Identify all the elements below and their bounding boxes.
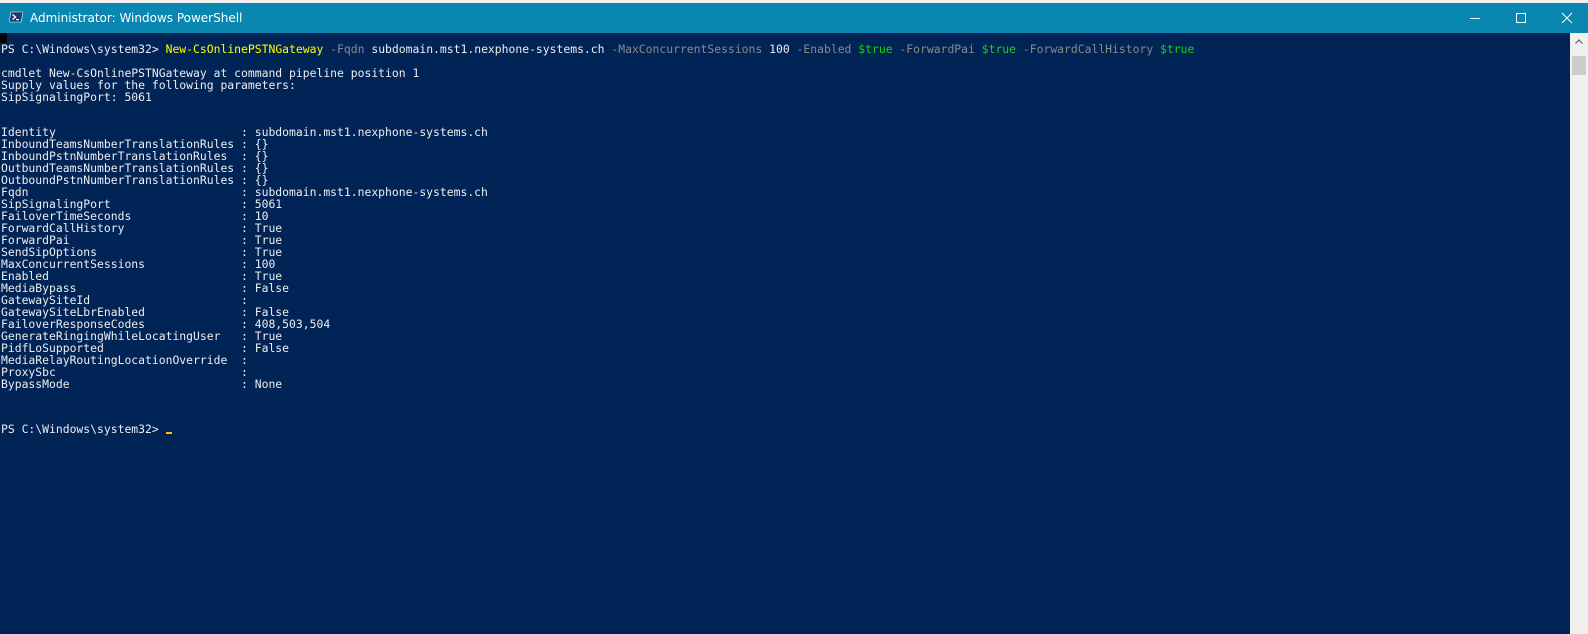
vertical-scrollbar[interactable] <box>1570 33 1588 634</box>
text-cursor <box>165 432 172 434</box>
param-fqdn: -Fqdn <box>323 42 365 56</box>
powershell-icon[interactable] <box>8 11 24 23</box>
value-fqdn: subdomain.mst1.nexphone-systems.ch <box>364 42 605 56</box>
scrollbar-thumb[interactable] <box>1572 56 1586 75</box>
value-forward-pai: $true <box>974 42 1017 56</box>
console-output-area[interactable]: PS C:\Windows\system32> New-CsOnlinePSTN… <box>0 33 1570 634</box>
param-forward-pai: -ForwardPai <box>892 42 975 56</box>
title-bar[interactable]: Administrator: Windows PowerShell <box>0 3 1588 33</box>
final-prompt-line[interactable]: PS C:\Windows\system32> <box>1 423 172 435</box>
cmdlet-name: New-CsOnlinePSTNGateway <box>165 42 324 56</box>
powershell-window: Administrator: Windows PowerShell PS C:\… <box>0 0 1588 634</box>
param-enabled: -Enabled <box>789 42 852 56</box>
close-icon <box>1561 12 1573 24</box>
minimize-icon <box>1470 18 1480 19</box>
param-max-sessions: -MaxConcurrentSessions <box>604 42 763 56</box>
scroll-up-button[interactable] <box>1570 33 1588 50</box>
close-button[interactable] <box>1544 3 1588 33</box>
value-enabled: $true <box>851 42 893 56</box>
scroll-up-arrow-icon <box>1575 39 1583 44</box>
maximize-button[interactable] <box>1498 3 1544 33</box>
param-forward-call-history: -ForwardCallHistory <box>1016 42 1154 56</box>
prompt: PS C:\Windows\system32> <box>1 422 166 436</box>
minimize-button[interactable] <box>1452 3 1498 33</box>
value-max-sessions: 100 <box>762 42 790 56</box>
value-forward-call-history: $true <box>1153 42 1195 56</box>
prompt: PS C:\Windows\system32> <box>1 42 166 56</box>
output-line: BypassMode : None <box>1 377 283 391</box>
maximize-icon <box>1516 13 1526 23</box>
command-line: PS C:\Windows\system32> New-CsOnlinePSTN… <box>1 43 1194 55</box>
supply-line: SipSignalingPort: 5061 <box>1 90 152 104</box>
window-title: Administrator: Windows PowerShell <box>30 11 243 25</box>
